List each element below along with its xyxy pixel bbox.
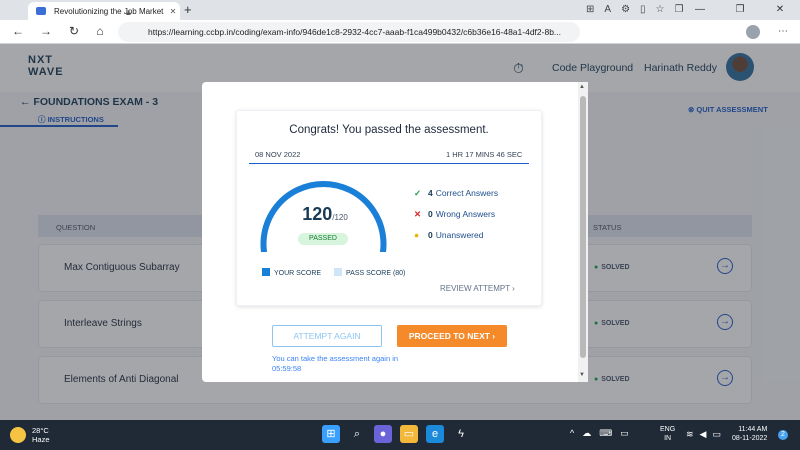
app-available-icon[interactable]: ⊞ xyxy=(586,4,594,15)
exam-duration: 1 HR 17 MINS 46 SEC xyxy=(446,150,523,159)
legend-label: YOUR SCORE xyxy=(274,270,322,277)
scrollbar-thumb[interactable] xyxy=(580,96,586,358)
address-bar[interactable]: https://learning.ccbp.in/coding/exam-inf… xyxy=(118,22,580,42)
legend-label: PASS SCORE (80) xyxy=(346,270,406,277)
weather-widget[interactable]: 28°C Haze xyxy=(10,426,50,444)
review-attempt-link[interactable]: REVIEW ATTEMPT › xyxy=(440,284,515,293)
split-icon[interactable]: ▯ xyxy=(640,4,646,15)
minimize-icon[interactable]: — xyxy=(680,0,720,20)
check-icon: ✓ xyxy=(414,188,422,198)
lang-region: IN xyxy=(664,435,672,442)
dot-icon: ● xyxy=(414,230,420,240)
stat-label: Correct Answers xyxy=(435,188,499,198)
legend-pass-score: PASS SCORE (80) xyxy=(334,268,405,277)
clock-time: 11:44 AM xyxy=(738,426,768,433)
start-icon[interactable]: ⊞ xyxy=(322,425,340,443)
tab-close-icon[interactable]: ✕ xyxy=(166,7,180,16)
cross-icon: ✕ xyxy=(414,209,422,219)
restore-icon[interactable]: ❐ xyxy=(720,0,760,20)
proceed-label: PROCEED TO NEXT xyxy=(408,331,490,341)
stat-count: 0 xyxy=(428,230,433,240)
stat-unanswered: ● 0 Unanswered xyxy=(414,230,483,240)
chevron-right-icon: › xyxy=(509,284,515,293)
address-bar-area: https://learning.ccbp.in/coding/exam-inf… xyxy=(0,20,800,44)
cloud-icon[interactable]: ☁ xyxy=(582,428,591,439)
score-max: /120 xyxy=(332,213,348,222)
retake-hint: You can take the assessment again in 05:… xyxy=(272,354,399,373)
stat-label: Unanswered xyxy=(435,230,484,240)
site-favicon-icon xyxy=(36,7,46,15)
legend-your-score: YOUR SCORE xyxy=(262,268,321,277)
network-volume-battery[interactable]: ≋ ◀ ▭ xyxy=(686,429,721,440)
edge-icon[interactable]: e xyxy=(426,425,444,443)
scroll-up-icon[interactable]: ▲ xyxy=(579,84,585,90)
collections-icon[interactable]: ❐ xyxy=(675,4,684,15)
stat-count: 4 xyxy=(428,188,433,198)
stat-label: Wrong Answers xyxy=(435,209,496,219)
volume-icon: ◀ xyxy=(699,429,707,439)
new-tab-button[interactable]: + xyxy=(184,2,192,17)
favorites-star-icon[interactable]: ☆ xyxy=(656,4,665,15)
tracking-icon[interactable]: ⚙ xyxy=(621,4,630,15)
folder-icon[interactable]: ▭ xyxy=(400,425,418,443)
meet-icon[interactable]: ● xyxy=(374,425,392,443)
browser-tab[interactable]: Revolutionizing the Job Market | ✕ xyxy=(28,2,180,20)
status-badge: PASSED xyxy=(298,233,348,245)
result-heading: Congrats! You passed the assessment. xyxy=(289,124,489,136)
divider xyxy=(249,163,529,164)
temperature: 28°C xyxy=(32,426,49,435)
language-indicator[interactable]: ENG IN xyxy=(660,425,675,443)
clock-date: 08-11-2022 xyxy=(732,435,768,442)
close-window-icon[interactable]: ✕ xyxy=(760,0,800,20)
window-controls: — ❐ ✕ xyxy=(680,0,800,20)
chevron-up-icon[interactable]: ^ xyxy=(570,428,574,439)
proceed-to-next-button[interactable]: PROCEED TO NEXT › xyxy=(397,325,507,347)
keyboard-icon[interactable]: ⌨ xyxy=(599,428,612,439)
clock[interactable]: 11:44 AM 08-11-2022 xyxy=(732,425,767,443)
battery-icon: ▭ xyxy=(712,429,721,439)
display-icon[interactable]: ▭ xyxy=(620,428,629,439)
score-value: 120 xyxy=(302,204,333,224)
notification-badge[interactable]: 2 xyxy=(778,430,788,440)
chevron-right-icon: › xyxy=(489,331,496,341)
stat-wrong: ✕ 0 Wrong Answers xyxy=(414,209,495,220)
stat-correct: ✓ 4 Correct Answers xyxy=(414,188,498,199)
wifi-icon: ≋ xyxy=(686,429,694,439)
tab-title: Revolutionizing the Job Market | xyxy=(54,6,166,16)
lang-code: ENG xyxy=(660,426,676,433)
exam-date: 08 NOV 2022 xyxy=(255,150,301,159)
legend-swatch xyxy=(262,268,270,276)
weather-sun-icon xyxy=(10,427,26,443)
stat-count: 0 xyxy=(428,209,433,219)
review-label: REVIEW ATTEMPT xyxy=(440,284,510,293)
taskbar-apps: ⊞ ⌕ ● ▭ e ϟ xyxy=(322,425,470,443)
browser-profile-icon[interactable] xyxy=(746,25,760,39)
score-display: 120/120 xyxy=(290,204,360,225)
browser-toolbar-icons: ⊞ A ⚙ ▯ ☆ ❐ xyxy=(586,4,683,15)
system-tray: ^ ☁ ⌨ ▭ xyxy=(570,428,629,439)
app-bolt-icon[interactable]: ϟ xyxy=(452,425,470,443)
read-aloud-icon[interactable]: A xyxy=(604,4,611,15)
search-icon[interactable]: ⌕ xyxy=(348,425,366,443)
legend-swatch xyxy=(334,268,342,276)
lock-icon[interactable]: 🔒︎ xyxy=(126,7,131,18)
attempt-again-button[interactable]: ATTEMPT AGAIN xyxy=(272,325,382,347)
browser-menu-icon[interactable]: ⋯ xyxy=(778,26,788,37)
scroll-down-icon[interactable]: ▼ xyxy=(579,372,585,378)
weather-condition: Haze xyxy=(32,435,50,444)
